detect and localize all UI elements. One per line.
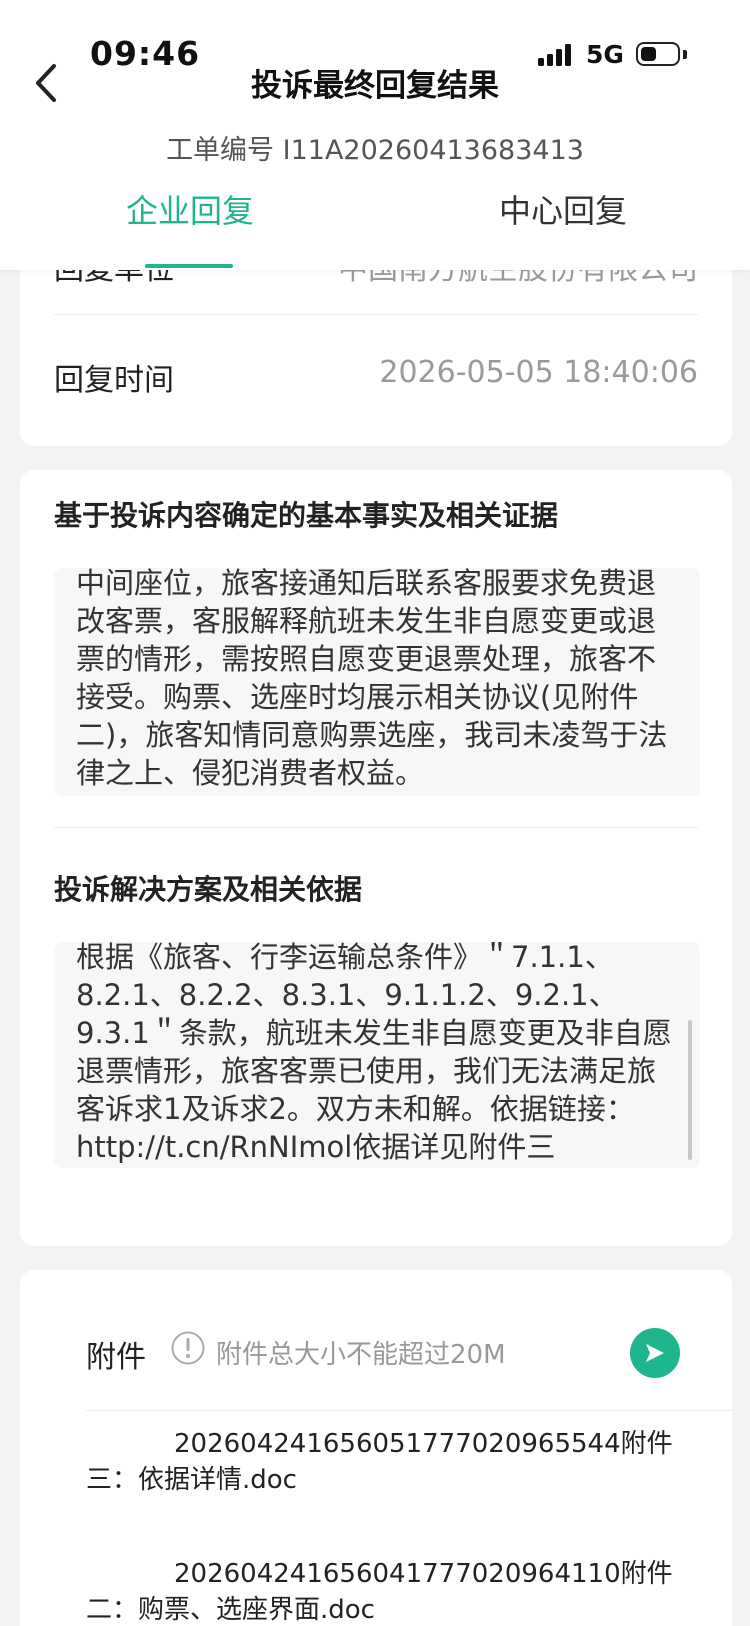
battery-level <box>641 47 656 61</box>
attachment-file-item[interactable]: 20260424165604177702096411​0附件二：购票、选座界面.… <box>86 1556 706 1626</box>
divider <box>54 314 698 315</box>
active-tab-indicator <box>145 264 233 268</box>
info-icon <box>171 1331 205 1365</box>
reply-time-value: 2026-05-05 18:40:06 <box>379 355 698 390</box>
solution-scrollbar[interactable] <box>688 1020 692 1160</box>
page-header: 09:46 5G 投诉最终回复结果 工单编号 I11A2026041368341… <box>0 0 750 270</box>
order-number: 工单编号 I11A20260413683413 <box>166 135 584 166</box>
attachments-card: 附件 附件总大小不能超过20M 202604241656051777020965… <box>20 1270 732 1626</box>
facts-text: 中间座位，旅客接通知后联系客服要求免费退改客票，客服解释航班未发生非自愿变更或退… <box>76 568 668 790</box>
send-icon <box>646 1344 664 1362</box>
reply-time-label: 回复时间 <box>54 363 174 398</box>
solution-text: 根据《旅客、行李运输总条件》＂7.1.1、8.2.1、8.2.2、8.3.1、9… <box>76 942 672 1164</box>
details-card: 基于投诉内容确定的基本事实及相关证据 中间座位，旅客接通知后联系客服要求免费退改… <box>20 470 732 1246</box>
send-button[interactable] <box>630 1328 680 1378</box>
solution-text-box[interactable]: 根据《旅客、行李运输总条件》＂7.1.1、8.2.1、8.2.2、8.3.1、9… <box>54 942 700 1168</box>
facts-section-title: 基于投诉内容确定的基本事实及相关证据 <box>54 499 559 532</box>
tab-center-reply[interactable]: 中心回复 <box>488 186 638 232</box>
divider <box>86 1410 732 1411</box>
attachments-size-hint: 附件总大小不能超过20M <box>216 1340 506 1370</box>
solution-section-title: 投诉解决方案及相关依据 <box>54 873 363 906</box>
page-title: 投诉最终回复结果 <box>251 68 499 104</box>
divider <box>54 827 698 828</box>
attachment-file-item[interactable]: 20260424165605177702096554​4附件三：依据详情.doc <box>86 1426 706 1498</box>
battery-cap <box>683 50 687 59</box>
attachments-label: 附件 <box>86 1340 146 1375</box>
tab-company-reply[interactable]: 企业回复 <box>115 186 265 232</box>
facts-text-box[interactable]: 中间座位，旅客接通知后联系客服要求免费退改客票，客服解释航班未发生非自愿变更或退… <box>54 568 700 796</box>
